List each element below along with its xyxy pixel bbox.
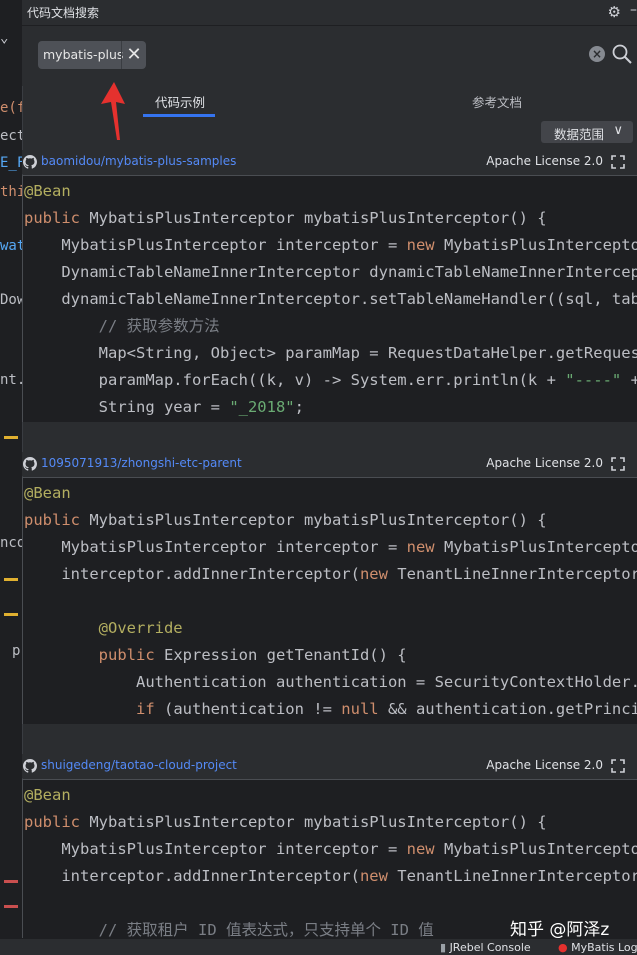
- gutter-marker: [4, 436, 18, 439]
- gutter-chevron: ⌄: [0, 30, 9, 46]
- expand-icon[interactable]: [611, 155, 625, 169]
- gutter-marker: [4, 578, 18, 581]
- clear-search-icon[interactable]: ×: [589, 46, 605, 62]
- result-card: shuigedeng/taotao-cloud-project Apache L…: [22, 754, 637, 939]
- code-line: dynamicTableNameInnerInterceptor.setTabl…: [61, 290, 637, 308]
- gutter-fragment: nt.: [0, 372, 23, 388]
- mybatis-log-icon: ●: [558, 941, 568, 954]
- gear-icon[interactable]: ⚙: [608, 3, 621, 21]
- data-scope-dropdown[interactable]: 数据范围 ∨: [541, 121, 633, 143]
- result-header: 1095071913/zhongshi-etc-parent Apache Li…: [22, 452, 637, 476]
- code-line: int random = new Random().nextInt(10);: [24, 421, 453, 422]
- expand-icon[interactable]: [611, 759, 625, 773]
- result-header: baomidou/mybatis-plus-samples Apache Lic…: [22, 150, 637, 174]
- gutter-marker: [4, 613, 18, 616]
- tool-window-header: 代码文档搜索 ⚙ –: [22, 0, 637, 26]
- code-snippet[interactable]: @Bean public MybatisPlusInterceptor myba…: [22, 477, 637, 724]
- gutter-fragment: thi: [0, 184, 23, 200]
- chevron-down-icon: ∨: [613, 123, 623, 138]
- editor-gutter: ⌄ e(f ect E_F thi wat Dow nt. nco p: [0, 0, 23, 938]
- code-line: @Bean: [24, 182, 71, 200]
- code-line: // 获取参数方法: [24, 317, 220, 335]
- data-scope-label: 数据范围: [554, 127, 605, 142]
- mybatis-log-label: MyBatis Log: [571, 941, 637, 954]
- code-line: Map<String, Object> paramMap = RequestDa…: [98, 344, 637, 362]
- mybatis-log-tab[interactable]: ● MyBatis Log: [558, 941, 637, 954]
- license-label: Apache License 2.0: [486, 456, 603, 470]
- code-line: interceptor.addInnerInterceptor(new Tena…: [24, 565, 637, 583]
- github-icon: [23, 155, 37, 169]
- expand-icon[interactable]: [611, 457, 625, 471]
- code-line: Authentication authentication = Security…: [135, 673, 637, 691]
- repo-link[interactable]: shuigedeng/taotao-cloud-project: [41, 758, 237, 772]
- github-icon: [23, 457, 37, 471]
- gutter-fragment: Dow: [0, 292, 23, 308]
- gutter-fragment: E_F: [0, 155, 23, 171]
- jrebel-console-label: JRebel Console: [449, 941, 531, 954]
- code-line: MybatisPlusInterceptor interceptor = new…: [24, 840, 637, 858]
- search-query-chip[interactable]: mybatis-plus ✕: [38, 41, 146, 69]
- repo-link[interactable]: 1095071913/zhongshi-etc-parent: [41, 456, 242, 470]
- code-line: if (authentication != null && authentica…: [135, 700, 637, 718]
- result-card: baomidou/mybatis-plus-samples Apache Lic…: [22, 150, 637, 422]
- jrebel-console-tab[interactable]: ▮ JRebel Console: [440, 941, 531, 954]
- gutter-fragment: e(f: [0, 100, 23, 116]
- code-line: public MybatisPlusInterceptor mybatisPlu…: [24, 511, 547, 529]
- code-line: DynamicTableNameInnerInterceptor dynamic…: [24, 263, 637, 281]
- code-line: @Bean: [24, 786, 71, 804]
- gutter-marker: [4, 880, 18, 883]
- result-card: 1095071913/zhongshi-etc-parent Apache Li…: [22, 452, 637, 724]
- code-line: interceptor.addInnerInterceptor(new Tena…: [24, 867, 637, 885]
- code-line: String year = "_2018";: [24, 398, 304, 416]
- code-line: public Expression getTenantId() {: [98, 646, 407, 664]
- code-line: MybatisPlusInterceptor interceptor = new…: [24, 236, 637, 254]
- remove-chip-icon[interactable]: ✕: [121, 41, 146, 69]
- tab-reference-docs[interactable]: 参考文档: [472, 92, 522, 111]
- tool-window-title: 代码文档搜索: [27, 6, 100, 20]
- code-line: @Bean: [24, 484, 71, 502]
- code-line: // 获取租户 ID 值表达式，只支持单个 ID 值: [24, 921, 434, 939]
- search-bar: mybatis-plus ✕ ×: [22, 26, 637, 86]
- watermark: 知乎 @阿泽z: [510, 920, 610, 940]
- status-bar: ▮ JRebel Console ● MyBatis Log: [0, 938, 637, 955]
- gutter-fragment: wat: [0, 238, 23, 254]
- tab-code-examples[interactable]: 代码示例: [155, 92, 205, 111]
- code-line: OauthUserDetails oauthUserDetails = (Oau…: [24, 723, 637, 724]
- code-line: paramMap.forEach((k, v) -> System.err.pr…: [24, 371, 637, 389]
- jrebel-icon: ▮: [440, 941, 447, 954]
- code-line: public MybatisPlusInterceptor mybatisPlu…: [24, 209, 547, 227]
- github-icon: [23, 759, 37, 773]
- gutter-fragment: ect: [0, 128, 23, 144]
- code-line: public MybatisPlusInterceptor mybatisPlu…: [24, 813, 547, 831]
- code-line: MybatisPlusInterceptor interceptor = new…: [24, 538, 637, 556]
- license-label: Apache License 2.0: [486, 154, 603, 168]
- code-line: @Override: [98, 619, 183, 637]
- minimize-icon[interactable]: –: [630, 2, 637, 18]
- result-tabs: 代码示例 参考文档: [22, 86, 637, 118]
- repo-link[interactable]: baomidou/mybatis-plus-samples: [41, 154, 236, 168]
- gutter-marker: [4, 905, 18, 908]
- search-query-text: mybatis-plus: [43, 47, 124, 62]
- result-header: shuigedeng/taotao-cloud-project Apache L…: [22, 754, 637, 778]
- search-icon[interactable]: [611, 43, 633, 65]
- license-label: Apache License 2.0: [486, 758, 603, 772]
- code-snippet[interactable]: @Bean public MybatisPlusInterceptor myba…: [22, 175, 637, 422]
- gutter-fragment: nco: [0, 535, 23, 551]
- gutter-fragment: p: [12, 643, 21, 659]
- active-tab-indicator: [143, 114, 215, 117]
